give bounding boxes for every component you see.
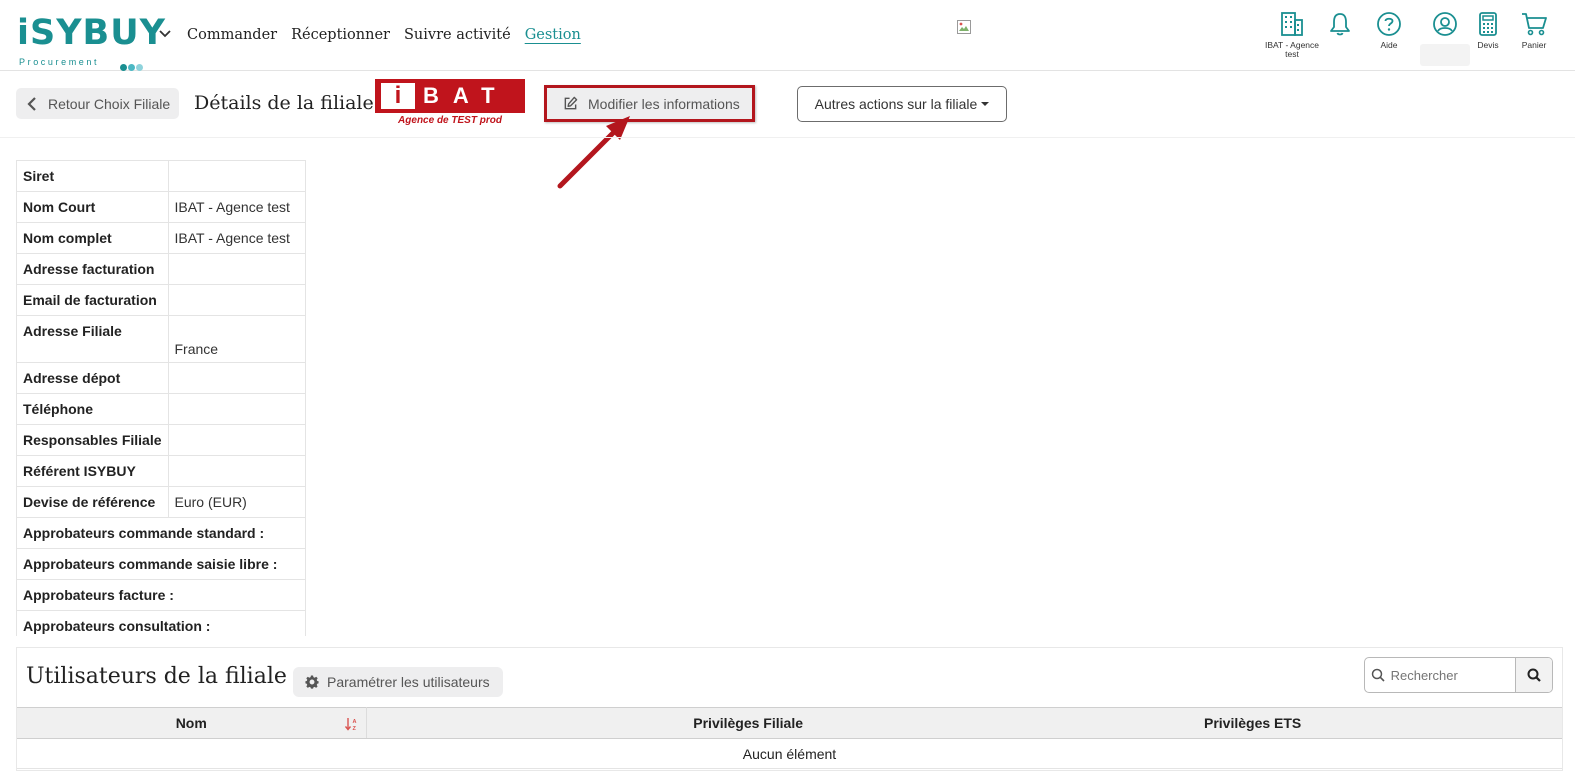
sort-az-icon[interactable]: A Z [344,717,359,731]
notifications-button[interactable] [1326,11,1354,37]
building-icon [1281,12,1303,36]
logo-text: iSYBUY [17,13,166,53]
nav-suivre-activite[interactable]: Suivre activité [404,26,511,44]
details-table: Siret Nom Court IBAT - Agence test Nom co… [16,160,306,636]
isybuy-logo[interactable]: iSYBUY Procurement [17,14,165,71]
chevron-left-icon [27,96,36,111]
column-header-privileges-filiale[interactable]: Privilèges Filiale [366,707,1153,739]
other-actions-dropdown[interactable]: Autres actions sur la filiale [797,86,1007,122]
page-title: Détails de la filiale [194,92,374,114]
main-nav: Commander Réceptionner Suivre activité G… [187,26,581,44]
details-row: Téléphone [16,393,306,425]
svg-text:A: A [352,719,356,725]
table-row: Aucun élément [17,738,1562,769]
details-row: Approbateurs facture : [16,579,306,611]
caret-down-icon [981,102,990,106]
calculator-icon [1479,12,1497,36]
back-button-label: Retour Choix Filiale [48,95,171,112]
cart-icon [1522,13,1547,36]
details-row: Email de facturation [16,284,306,316]
configure-users-button[interactable]: Paramétrer les utilisateurs [293,667,503,697]
company-label: IBAT - Agence test [1264,40,1320,59]
column-header-privileges-ets[interactable]: Privilèges ETS [1153,707,1562,739]
nav-commander[interactable]: Commander [187,26,277,44]
nav-gestion[interactable]: Gestion [525,26,581,44]
details-row: Approbateurs commande standard : [16,517,306,549]
search-icon [1527,668,1541,682]
users-table: Nom A Z Privilèges Filiale Privilèges ET… [17,707,1562,769]
bell-icon [1330,13,1350,36]
users-panel: Utilisateurs de la filiale Paramétrer le… [16,647,1563,771]
users-title: Utilisateurs de la filiale [26,664,287,689]
details-row: Approbateurs commande saisie libre : [16,548,306,580]
details-panel: Siret Nom Court IBAT - Agence test Nom co… [16,160,308,636]
details-row: Nom Court IBAT - Agence test [16,191,306,223]
company-logo: i BAT Agence de TEST prod [375,79,525,128]
search-button[interactable] [1514,658,1552,692]
help-label: Aide [1380,40,1398,50]
search-icon [1371,668,1385,682]
details-row: Référent ISYBUY [16,455,306,487]
details-row: Approbateurs consultation : [16,610,306,636]
quotes-button[interactable]: Devis [1474,11,1502,50]
broken-image-icon [957,20,971,34]
details-row: Nom complet IBAT - Agence test [16,222,306,254]
details-row: Siret [16,160,306,192]
details-row: Responsables Filiale [16,424,306,456]
details-row: Adresse facturation [16,253,306,285]
back-button[interactable]: Retour Choix Filiale [16,88,179,119]
details-row: Adresse Filiale France [16,315,306,363]
svg-text:Z: Z [352,726,356,731]
users-search [1364,657,1553,693]
cart-button[interactable]: Panier [1518,11,1550,50]
gear-icon [305,675,319,689]
empty-message: Aucun élément [17,738,1562,769]
edit-icon [564,96,578,110]
company-selector[interactable]: IBAT - Agence test [1262,11,1322,59]
search-input[interactable] [1390,658,1515,692]
account-button[interactable] [1431,11,1459,37]
quotes-label: Devis [1477,40,1499,50]
user-circle-icon [1433,12,1457,36]
user-name-area [1420,44,1470,66]
other-actions-label: Autres actions sur la filiale [814,96,978,112]
help-button[interactable]: Aide [1374,11,1404,50]
nav-receptionner[interactable]: Réceptionner [291,26,390,44]
header-separator [0,137,1575,138]
column-header-nom[interactable]: Nom A Z [17,707,367,739]
top-navbar: iSYBUY Procurement Commander Réceptionne… [0,0,1575,71]
details-row: Devise de référence Euro (EUR) [16,486,306,518]
annotation-arrow [557,116,630,189]
details-row: Adresse dépot [16,362,306,394]
configure-users-label: Paramétrer les utilisateurs [327,674,490,690]
cart-label: Panier [1521,40,1547,50]
question-circle-icon [1377,12,1401,36]
logo-dots [120,58,160,71]
chevron-down-icon[interactable] [158,29,172,39]
logo-subtext: Procurement [19,57,100,67]
